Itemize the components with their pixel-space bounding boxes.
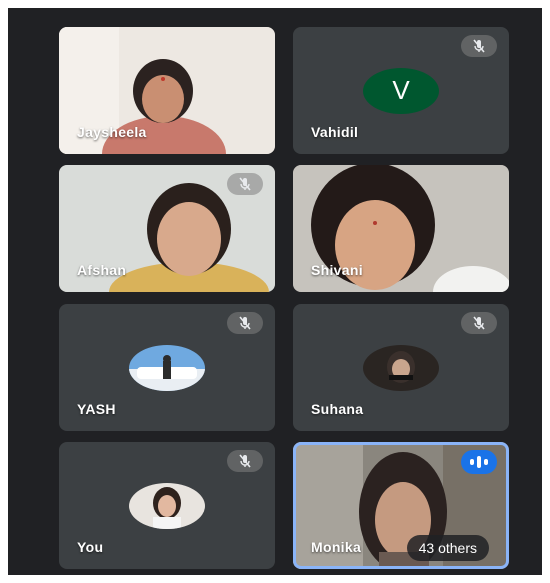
mic-off-icon	[227, 173, 263, 195]
participant-tile-suhana[interactable]: Suhana	[293, 304, 509, 431]
participant-name: Afshan	[77, 262, 127, 278]
participant-tile-monika[interactable]: Monika 43 others	[293, 442, 509, 569]
profile-photo-avatar	[129, 482, 205, 529]
participant-name: Suhana	[311, 401, 364, 417]
mic-off-icon	[461, 35, 497, 57]
participant-name: You	[77, 539, 104, 555]
mic-off-icon	[227, 450, 263, 472]
mic-off-icon	[461, 312, 497, 334]
participant-tile-shivani[interactable]: Shivani	[293, 165, 509, 292]
participant-name: Jaysheela	[77, 124, 147, 140]
others-count-button[interactable]: 43 others	[406, 535, 489, 561]
participant-name: Monika	[311, 539, 362, 555]
profile-photo-avatar	[363, 344, 439, 391]
profile-photo-avatar	[129, 344, 205, 391]
participant-tile-yash[interactable]: YASH	[59, 304, 275, 431]
participant-name: Vahidil	[311, 124, 359, 140]
participant-tile-you[interactable]: You	[59, 442, 275, 569]
participant-name: YASH	[77, 401, 116, 417]
participant-tile-jaysheela[interactable]: Jaysheela	[59, 27, 275, 154]
participant-tile-vahidil[interactable]: V Vahidil	[293, 27, 509, 154]
mic-off-icon	[227, 312, 263, 334]
participant-initial-avatar: V	[363, 67, 439, 114]
meeting-grid: Jaysheela V Vahidil Afshan Shivani YASH …	[8, 8, 542, 575]
participant-name: Shivani	[311, 262, 363, 278]
participant-tile-afshan[interactable]: Afshan	[59, 165, 275, 292]
speaking-indicator-icon	[461, 450, 497, 474]
